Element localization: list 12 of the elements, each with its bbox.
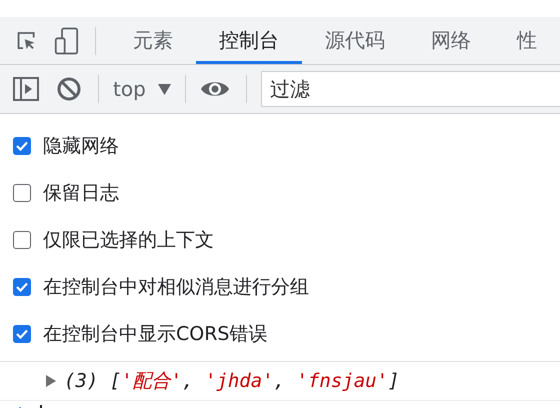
tab[interactable]: 性 bbox=[494, 17, 560, 64]
context-dropdown[interactable]: top bbox=[113, 77, 185, 101]
checkbox-label: 仅限已选择的上下文 bbox=[43, 228, 214, 252]
tab[interactable]: 网络 bbox=[408, 17, 494, 64]
filter-field[interactable]: 过滤 bbox=[260, 71, 560, 107]
checkbox-label: 在控制台中对相似消息进行分组 bbox=[43, 274, 309, 300]
tab[interactable]: 元素 bbox=[110, 17, 196, 64]
log-message: (3) ['配合', 'jhda', 'fnsjau'] bbox=[64, 369, 400, 394]
tab[interactable]: 源代码 bbox=[302, 17, 408, 64]
checkbox-label: 保留日志 bbox=[43, 180, 119, 206]
checkbox-label: 隐藏网络 bbox=[43, 134, 119, 158]
checkbox-label: 在控制台中显示CORS错误 bbox=[43, 322, 268, 346]
